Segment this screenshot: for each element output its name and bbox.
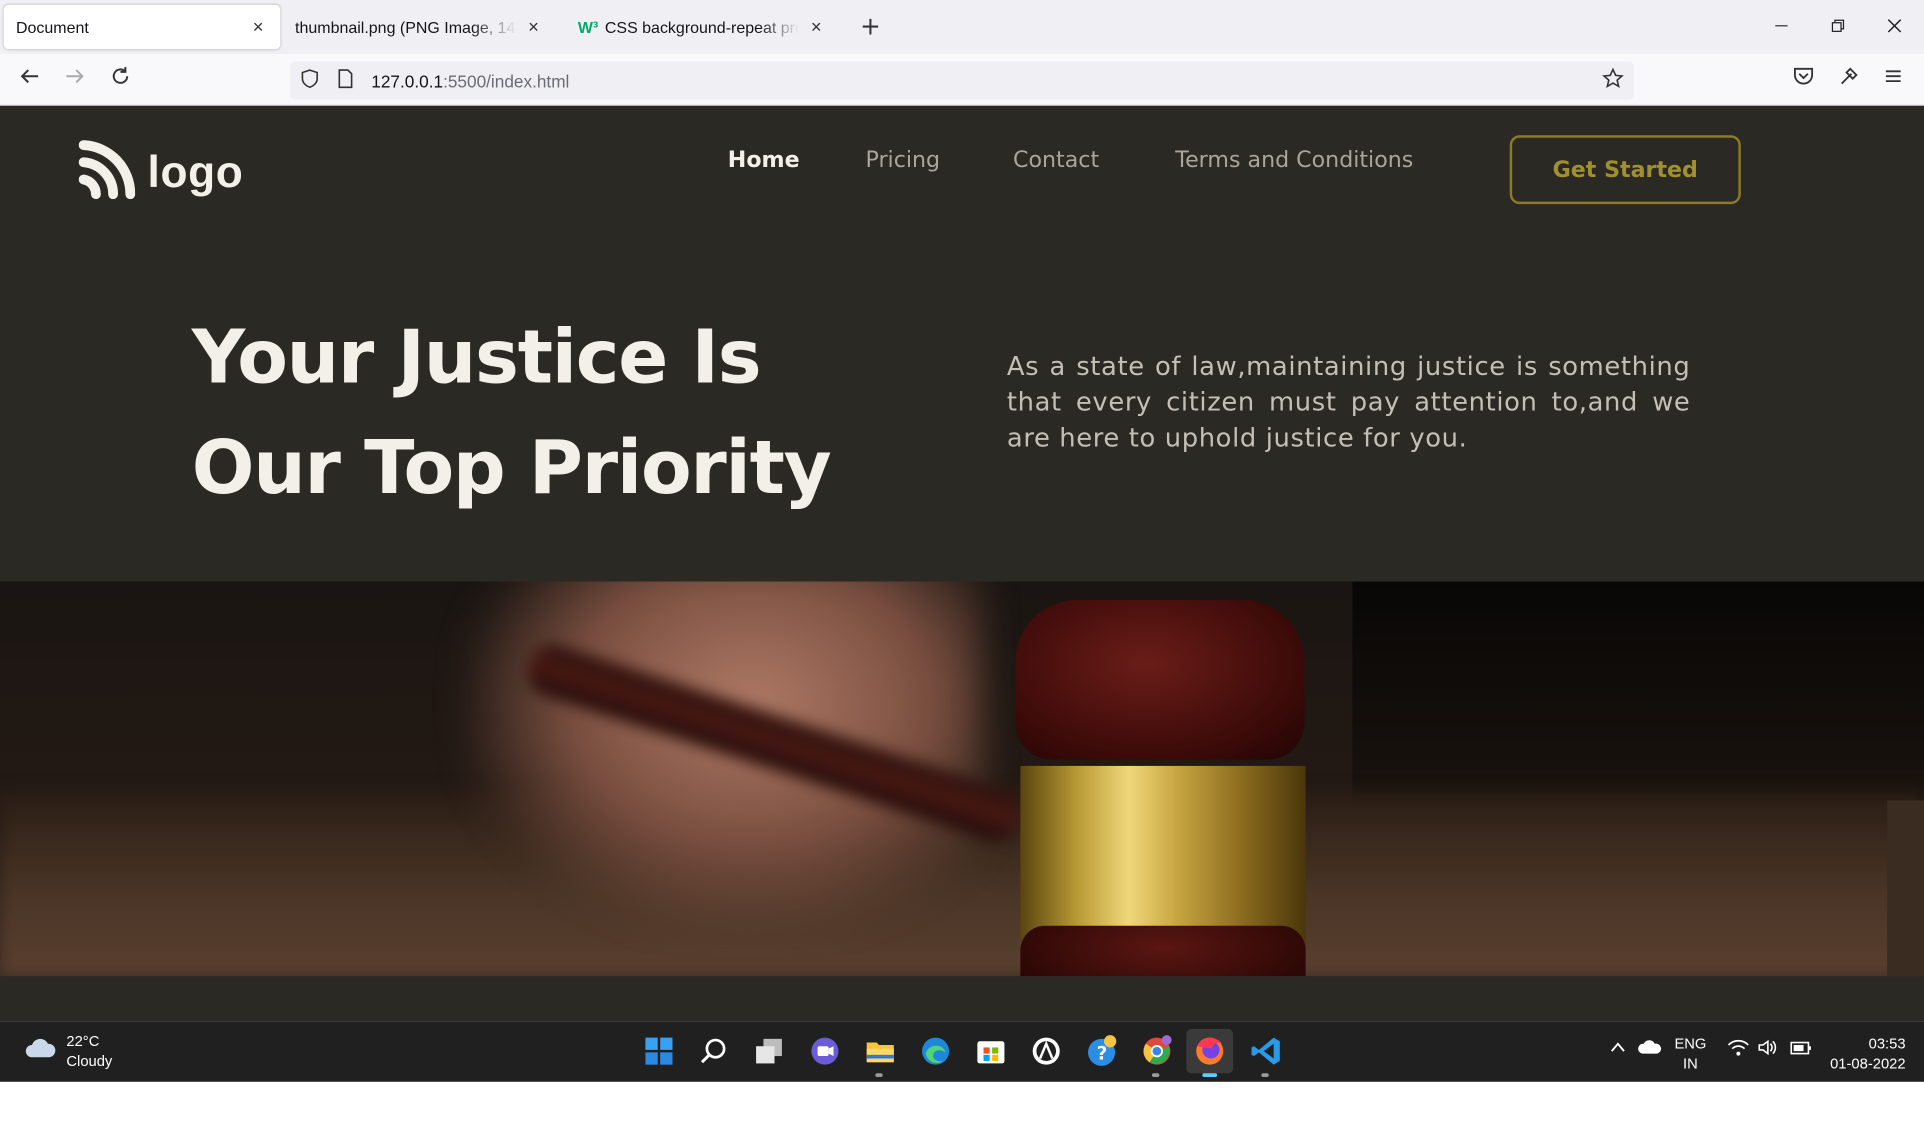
- minimize-icon[interactable]: [1763, 10, 1800, 44]
- onedrive-cloud-icon[interactable]: [1638, 1039, 1663, 1060]
- wifi-icon[interactable]: [1727, 1039, 1749, 1060]
- back-icon[interactable]: [14, 65, 46, 97]
- tab-title: CSS background-repeat property: [604, 17, 799, 37]
- screen: Document × thumbnail.png (PNG Image, 143…: [0, 0, 1924, 1082]
- restore-icon[interactable]: [1820, 10, 1857, 44]
- menu-icon[interactable]: [1877, 65, 1909, 97]
- navigation-toolbar: 127.0.0.1:5500/index.html: [0, 54, 1924, 106]
- language-indicator[interactable]: ENG IN: [1674, 1034, 1706, 1073]
- tab-css-background-repeat[interactable]: W³ CSS background-repeat property ×: [566, 5, 839, 49]
- file-explorer-icon[interactable]: [863, 1034, 897, 1068]
- tab-document[interactable]: Document ×: [3, 4, 281, 50]
- clock-date: 01-08-2022: [1830, 1054, 1906, 1073]
- w3schools-icon: W³: [577, 18, 599, 37]
- url-bar[interactable]: 127.0.0.1:5500/index.html: [290, 61, 1634, 100]
- active-indicator: [1202, 1073, 1218, 1077]
- chevron-up-icon[interactable]: [1609, 1039, 1626, 1060]
- url-text[interactable]: 127.0.0.1:5500/index.html: [371, 71, 569, 91]
- image-gavel-base: [1020, 925, 1306, 977]
- clock-time: 03:53: [1868, 1035, 1906, 1053]
- running-indicator: [1151, 1073, 1160, 1077]
- site-logo[interactable]: logo: [78, 140, 244, 204]
- shield-icon[interactable]: [300, 69, 322, 92]
- nav-terms-and-conditions[interactable]: Terms and Conditions: [1175, 148, 1413, 174]
- nav-pricing[interactable]: Pricing: [865, 148, 940, 174]
- new-tab-button[interactable]: +: [856, 12, 886, 42]
- web-page: logo Home Pricing Contact Terms and Cond…: [0, 105, 1924, 1022]
- running-indicator: [1261, 1073, 1269, 1077]
- reload-icon[interactable]: [104, 65, 136, 97]
- running-indicator: [875, 1073, 883, 1077]
- search-icon[interactable]: [697, 1034, 731, 1068]
- language-line-2: IN: [1683, 1054, 1698, 1073]
- language-line-1: ENG: [1674, 1035, 1707, 1053]
- volume-icon[interactable]: [1757, 1039, 1779, 1060]
- forward-icon[interactable]: [59, 65, 91, 97]
- app-icon[interactable]: [1029, 1034, 1063, 1068]
- extensions-icon[interactable]: [1833, 65, 1865, 97]
- help-icon[interactable]: ?: [1084, 1034, 1118, 1068]
- pocket-icon[interactable]: [1788, 65, 1820, 97]
- svg-text:?: ?: [1097, 1044, 1108, 1065]
- task-view-icon[interactable]: [752, 1034, 786, 1068]
- tab-strip: Document × thumbnail.png (PNG Image, 143…: [0, 0, 1924, 55]
- get-started-button[interactable]: Get Started: [1509, 135, 1741, 205]
- hero-description: As a state of law,maintaining justice is…: [1006, 351, 1691, 453]
- hero-title-line-2: Our Top Priority: [191, 425, 832, 512]
- page-icon[interactable]: [337, 69, 357, 92]
- tab-title: thumbnail.png (PNG Image, 1438 × ...: [295, 17, 516, 37]
- image-gavel-band: [1020, 765, 1306, 951]
- tab-title: Document: [15, 17, 89, 37]
- nav-home[interactable]: Home: [728, 148, 800, 174]
- scrollbar-thumb[interactable]: [1887, 800, 1924, 977]
- bookmark-star-icon[interactable]: [1602, 67, 1627, 94]
- nav-contact[interactable]: Contact: [1013, 148, 1099, 174]
- logo-text: logo: [147, 146, 244, 197]
- rss-icon: [78, 140, 136, 204]
- weather-temp: 22°C: [66, 1032, 100, 1050]
- tab-thumbnail[interactable]: thumbnail.png (PNG Image, 1438 × ... ×: [283, 5, 556, 49]
- vscode-icon[interactable]: [1249, 1034, 1283, 1068]
- hero-title: Your Justice Is Our Top Priority: [192, 302, 954, 523]
- edge-icon[interactable]: [918, 1034, 952, 1068]
- taskbar: 22°C Cloudy ? ENG IN 03:53 01-08-2022: [0, 1021, 1924, 1082]
- start-icon[interactable]: [642, 1034, 676, 1068]
- battery-icon[interactable]: [1788, 1039, 1813, 1060]
- firefox-icon[interactable]: [1186, 1029, 1234, 1074]
- gavel-hero-image: [0, 581, 1924, 977]
- weather-condition: Cloudy: [66, 1052, 113, 1070]
- image-background: [1352, 581, 1924, 828]
- image-gavel-head: [1015, 599, 1305, 760]
- url-path: :5500/index.html: [443, 70, 570, 91]
- chrome-icon[interactable]: [1140, 1034, 1174, 1068]
- store-icon[interactable]: [974, 1034, 1008, 1068]
- tab-close-icon[interactable]: ×: [524, 17, 544, 38]
- close-window-icon[interactable]: [1876, 10, 1913, 44]
- hero-title-line-1: Your Justice Is: [191, 314, 762, 401]
- url-host: 127.0.0.1: [371, 70, 444, 91]
- teams-icon[interactable]: [808, 1034, 842, 1068]
- clock[interactable]: 03:53 01-08-2022: [1829, 1034, 1905, 1073]
- tab-close-icon[interactable]: ×: [806, 17, 826, 38]
- tab-close-icon[interactable]: ×: [248, 17, 268, 38]
- weather-widget[interactable]: 22°C Cloudy: [25, 1031, 113, 1070]
- cloud-icon: [25, 1037, 57, 1065]
